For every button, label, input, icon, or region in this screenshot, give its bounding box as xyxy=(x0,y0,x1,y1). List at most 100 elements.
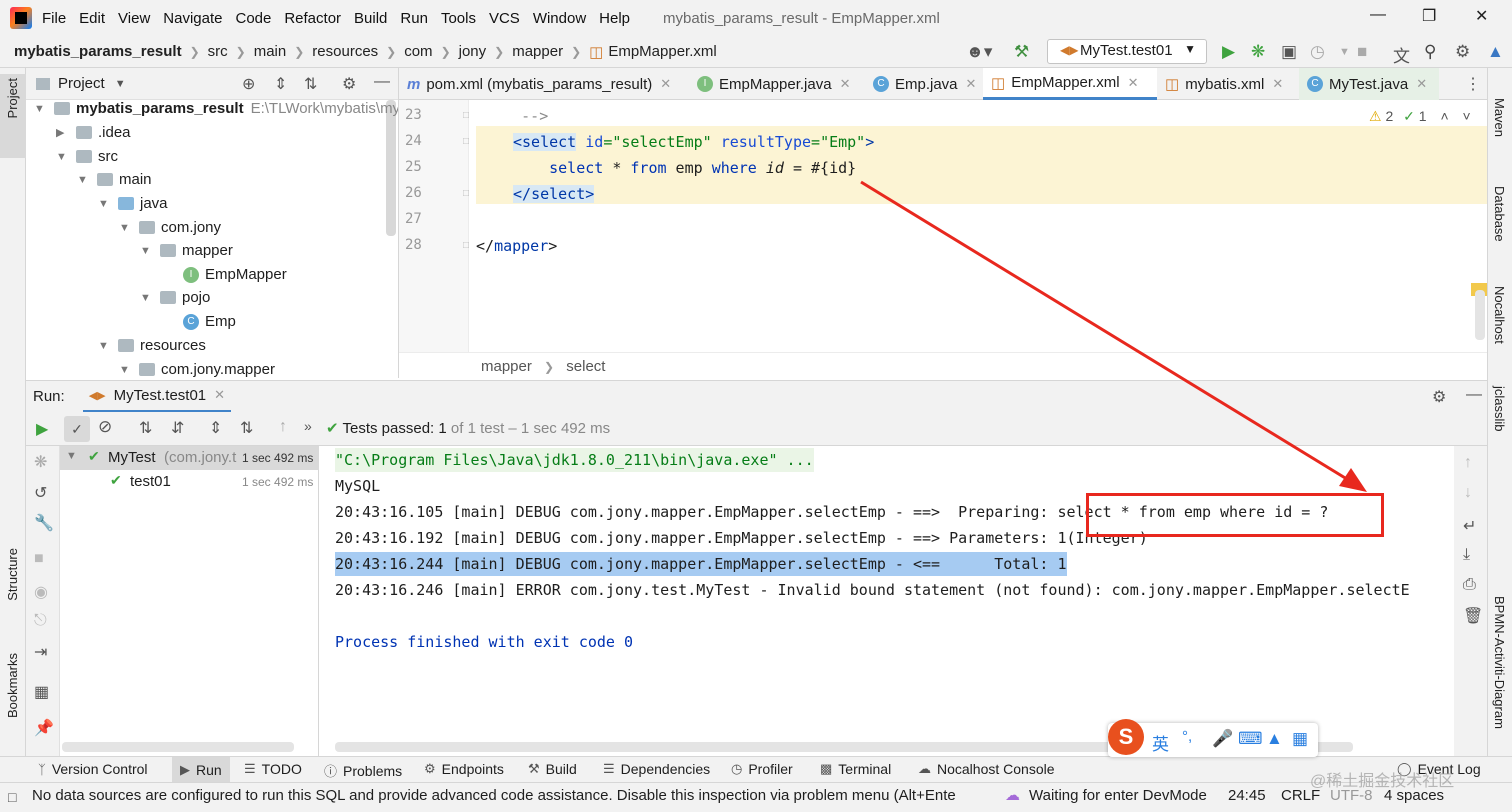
chevron-down-icon[interactable]: ▼ xyxy=(115,78,126,90)
menu-edit[interactable]: Edit xyxy=(79,10,105,27)
tree-node-com-jony[interactable]: ▼ com.jony xyxy=(119,216,221,239)
close-tab-icon[interactable]: ✕ xyxy=(660,76,671,92)
tree-node-empmapper[interactable]: I EmpMapper xyxy=(183,263,287,286)
menu-build[interactable]: Build xyxy=(354,10,387,27)
settings-gear-icon[interactable]: ⚙ xyxy=(342,74,356,94)
crumb-project[interactable]: mybatis_params_result xyxy=(14,43,182,60)
settings-gear-icon[interactable]: ⚙ xyxy=(1432,387,1446,407)
tool-run[interactable]: ▶ Run xyxy=(172,757,230,783)
soft-wrap-icon[interactable]: ↵ xyxy=(1463,516,1476,536)
import-icon[interactable]: ⇥ xyxy=(34,642,47,662)
settings-gear-icon[interactable]: ⚙ xyxy=(1455,42,1470,62)
chevron-up-icon[interactable]: ˄ xyxy=(1440,108,1448,124)
close-tab-icon[interactable]: ✕ xyxy=(966,76,977,92)
tool-version-control[interactable]: ᛉ Version Control xyxy=(38,761,148,777)
menu-navigate[interactable]: Navigate xyxy=(163,10,222,27)
close-tab-icon[interactable]: ✕ xyxy=(1272,76,1283,92)
prev-failed-icon[interactable]: ↑ xyxy=(279,418,287,436)
bookmarks-tool-button[interactable]: Bookmarks xyxy=(5,653,20,718)
fold-icon[interactable]: □ xyxy=(463,136,469,147)
menu-help[interactable]: Help xyxy=(599,10,630,27)
run-configuration-select[interactable]: ◀▶ MyTest.test01 ▼ xyxy=(1047,39,1207,64)
tree-node-mapper[interactable]: ▼ mapper xyxy=(140,239,233,262)
status-message[interactable]: No data sources are configured to run th… xyxy=(32,787,972,804)
crumb-file[interactable]: EmpMapper.xml xyxy=(608,43,716,60)
sort-alpha-icon[interactable]: ⇅ xyxy=(139,418,152,438)
inspection-widget[interactable]: ⚠ 2 ✓ 1 ˄ ˅ xyxy=(1369,108,1471,125)
scrollbar[interactable] xyxy=(1475,290,1485,340)
tool-build[interactable]: ⚒ Build xyxy=(528,761,577,777)
menu-file[interactable]: File xyxy=(42,10,66,27)
tree-node-java[interactable]: ▼ java xyxy=(98,192,168,215)
nocalhost-tool-button[interactable]: Nocalhost xyxy=(1492,286,1507,344)
user-icon[interactable]: ☻▾ xyxy=(966,42,992,62)
menu-window[interactable]: Window xyxy=(533,10,586,27)
panel-toggle-icon[interactable]: □ xyxy=(8,789,16,805)
more-run-icon[interactable]: ▼ xyxy=(1339,46,1350,58)
restore-icon[interactable]: ❐ xyxy=(1422,6,1436,26)
crumb-com[interactable]: com xyxy=(404,43,432,60)
exit-icon[interactable]: ⎋ xyxy=(34,612,47,630)
crumb-src[interactable]: src xyxy=(208,43,228,60)
maven-tool-button[interactable]: Maven xyxy=(1492,98,1507,137)
print-icon[interactable]: ⎙ xyxy=(1463,576,1476,594)
tool-endpoints[interactable]: ⚙ Endpoints xyxy=(424,761,504,777)
tool-todo[interactable]: ☰ TODO xyxy=(244,761,302,777)
breadcrumb-mapper[interactable]: mapper xyxy=(481,358,532,375)
coverage-icon[interactable]: ▣ xyxy=(1281,42,1297,62)
crumb-resources[interactable]: resources xyxy=(312,43,378,60)
tree-node-idea[interactable]: ▶ .idea xyxy=(56,121,131,144)
menu-code[interactable]: Code xyxy=(235,10,271,27)
tab-empmapper-java[interactable]: I EmpMapper.java ✕ xyxy=(689,68,850,100)
crumb-mapper[interactable]: mapper xyxy=(512,43,563,60)
skin-icon[interactable]: ▲ xyxy=(1266,729,1283,749)
tree-node-com-jony-mapper[interactable]: ▼ com.jony.mapper xyxy=(119,358,275,378)
wrench-icon[interactable]: 🔧 xyxy=(34,513,54,533)
more-icon[interactable]: » xyxy=(304,418,312,434)
tree-node-pojo[interactable]: ▼ pojo xyxy=(140,286,210,309)
project-view-title[interactable]: Project xyxy=(58,75,105,92)
menu-view[interactable]: View xyxy=(118,10,150,27)
menu-vcs[interactable]: VCS xyxy=(489,10,520,27)
crumb-main[interactable]: main xyxy=(254,43,287,60)
tree-node-resources[interactable]: ▼ resources xyxy=(98,334,206,357)
stop-icon[interactable]: ■ xyxy=(34,550,44,568)
debug-icon[interactable]: ❋ xyxy=(34,452,47,472)
tree-node-main[interactable]: ▼ main xyxy=(77,168,152,191)
arrow-down-icon[interactable]: ↓ xyxy=(1464,484,1472,502)
sort-duration-icon[interactable]: ⇵ xyxy=(171,418,184,438)
run-tab-mytest[interactable]: ◀▶ MyTest.test01 ✕ xyxy=(82,381,232,413)
expand-all-icon[interactable]: ⇕ xyxy=(274,74,287,94)
project-tool-button[interactable]: Project xyxy=(5,78,20,118)
tool-dependencies[interactable]: ☰ Dependencies xyxy=(603,761,710,777)
fold-icon[interactable]: □ xyxy=(463,188,469,199)
arrow-up-icon[interactable]: ↑ xyxy=(1464,454,1472,472)
bpmn-tool-button[interactable]: BPMN-Activiti-Diagram xyxy=(1492,596,1507,729)
tab-emp-java[interactable]: C Emp.java ✕ xyxy=(865,68,976,100)
camera-icon[interactable]: ◉ xyxy=(34,582,48,602)
plugin-icon[interactable]: ▲ xyxy=(1487,42,1504,62)
trash-icon[interactable]: 🗑 xyxy=(1463,606,1483,626)
tree-row-test01[interactable]: ✔ test01 1 sec 492 ms xyxy=(60,470,319,494)
close-tab-icon[interactable]: ✕ xyxy=(1128,75,1139,91)
scrollbar[interactable] xyxy=(386,100,396,236)
crumb-jony[interactable]: jony xyxy=(459,43,487,60)
translate-icon[interactable]: 文 xyxy=(1393,42,1410,67)
tab-empmapper-xml[interactable]: ◫ EmpMapper.xml ✕ xyxy=(983,68,1157,100)
minimize-icon[interactable]: — xyxy=(1370,6,1386,24)
stop-icon[interactable]: ■ xyxy=(1357,42,1367,62)
tab-pom-xml[interactable]: m pom.xml (mybatis_params_result) ✕ xyxy=(399,68,671,100)
apps-grid-icon[interactable]: ▦ xyxy=(1292,729,1308,749)
chevron-down-icon[interactable]: ˅ xyxy=(1463,108,1471,124)
collapse-all-icon[interactable]: ⇅ xyxy=(304,74,317,94)
menu-tools[interactable]: Tools xyxy=(441,10,476,27)
tool-profiler[interactable]: ◷ Profiler xyxy=(731,761,793,777)
layout-icon[interactable]: ▦ xyxy=(34,682,49,702)
search-icon[interactable]: ⚲ xyxy=(1424,42,1436,62)
breadcrumb-select[interactable]: select xyxy=(566,358,605,375)
expand-all-icon[interactable]: ⇕ xyxy=(209,418,222,438)
fold-icon[interactable]: □ xyxy=(463,110,469,121)
keyboard-icon[interactable]: ⌨ xyxy=(1238,729,1263,749)
close-tab-icon[interactable]: ✕ xyxy=(214,387,225,403)
more-tabs-icon[interactable]: ⋮ xyxy=(1465,74,1481,94)
